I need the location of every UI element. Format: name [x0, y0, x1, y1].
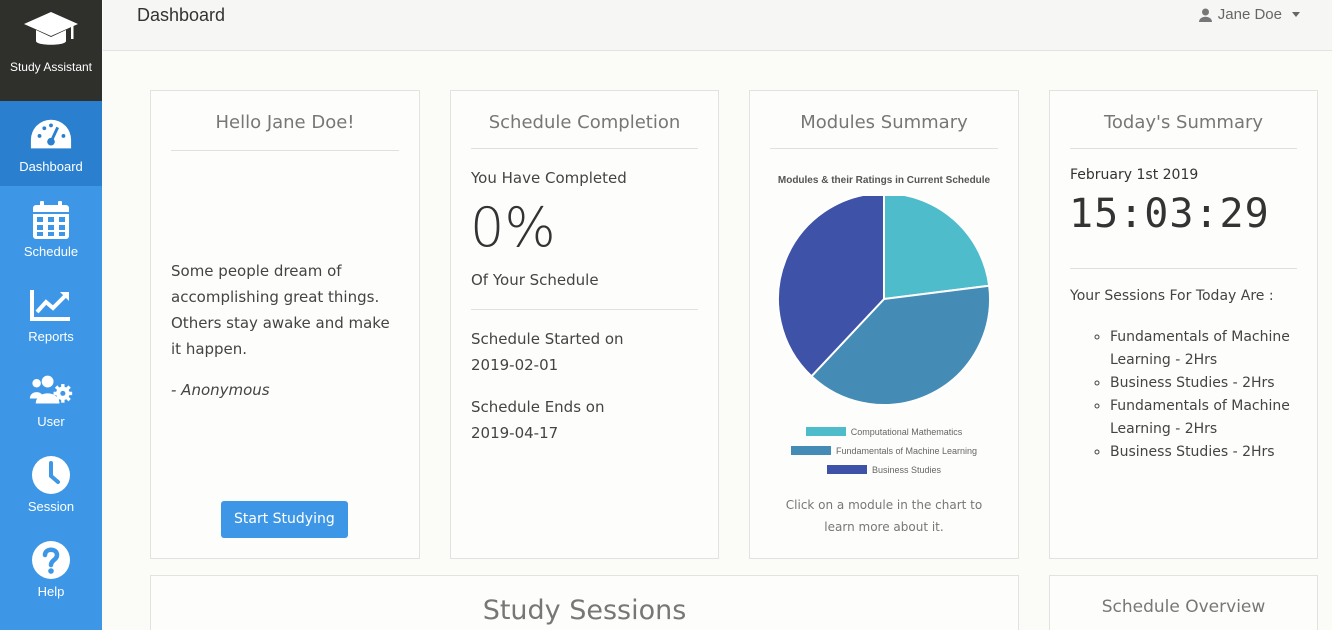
chart-line-icon: [29, 285, 73, 325]
ends-date: 2019-04-17: [471, 424, 559, 442]
sidebar: Study Assistant Dashboard Schedule Repor…: [0, 0, 102, 630]
sidebar-item-session[interactable]: Session: [0, 441, 102, 526]
completion-title: Schedule Completion: [488, 112, 681, 133]
modules-pie-chart[interactable]: [750, 196, 1018, 416]
completion-percent: 0%: [470, 196, 556, 259]
quote-text: Some people dream of accomplishing great…: [171, 262, 390, 358]
sidebar-item-user[interactable]: User: [0, 356, 102, 441]
completion-card: Schedule Completion You Have Completed 0…: [450, 90, 719, 559]
legend-item[interactable]: Fundamentals of Machine Learning: [750, 441, 1018, 460]
today-title: Today's Summary: [1103, 112, 1264, 133]
greeting-title: Hello Jane Doe!: [215, 112, 355, 133]
sidebar-item-label: Reports: [28, 329, 74, 344]
chevron-down-icon: [1292, 12, 1300, 17]
divider: [770, 148, 998, 149]
legend-label: Computational Mathematics: [850, 426, 963, 437]
question-icon: [29, 540, 73, 580]
list-item: Business Studies - 2Hrs: [1110, 372, 1315, 395]
legend-item[interactable]: Business Studies: [750, 460, 1018, 479]
brand-name: Study Assistant: [9, 60, 93, 74]
sidebar-item-label: Dashboard: [19, 159, 83, 174]
divider: [1070, 148, 1297, 149]
speedometer-icon: [29, 115, 73, 155]
completion-lead: You Have Completed: [471, 169, 627, 187]
today-card: Today's Summary February 1st 2019 15:03:…: [1049, 90, 1318, 559]
modules-card: Modules Summary Modules & their Ratings …: [749, 90, 1019, 559]
legend-swatch: [805, 427, 846, 436]
clock-display: 15:03:29: [1069, 191, 1270, 237]
modules-title: Modules Summary: [800, 112, 968, 133]
sessions-label: Your Sessions For Today Are :: [1070, 288, 1274, 304]
completion-trail: Of Your Schedule: [471, 271, 599, 289]
user-menu[interactable]: Jane Doe: [1198, 6, 1300, 23]
divider: [1070, 268, 1297, 269]
pie-slice[interactable]: [883, 196, 991, 301]
divider: [471, 309, 698, 310]
sidebar-item-label: Session: [27, 499, 75, 514]
started-label: Schedule Started on: [471, 330, 624, 348]
page-title: Dashboard: [137, 5, 226, 25]
clock-icon: [29, 455, 73, 495]
today-date: February 1st 2019: [1070, 167, 1199, 183]
sessions-list: Fundamentals of Machine Learning - 2Hrs …: [1070, 326, 1315, 464]
start-studying-button[interactable]: Start Studying: [221, 501, 348, 538]
list-item: Fundamentals of Machine Learning - 2Hrs: [1110, 326, 1315, 372]
user-icon: [1198, 8, 1212, 22]
sidebar-item-dashboard[interactable]: Dashboard: [0, 101, 102, 186]
list-item: Business Studies - 2Hrs: [1110, 441, 1315, 464]
sidebar-item-label: User: [37, 414, 65, 429]
study-sessions-title: Study Sessions: [482, 595, 687, 626]
calendar-icon: [29, 200, 73, 240]
chart-hint: Click on a module in the chart to learn …: [785, 498, 983, 534]
sidebar-item-label: Schedule: [23, 244, 79, 259]
started-date: 2019-02-01: [471, 356, 559, 374]
divider: [171, 150, 399, 151]
schedule-overview-title: Schedule Overview: [1101, 597, 1266, 617]
sidebar-item-help[interactable]: Help: [0, 526, 102, 611]
sidebar-item-reports[interactable]: Reports: [0, 271, 102, 356]
legend-swatch: [826, 465, 867, 474]
users-cog-icon: [29, 370, 73, 410]
quote-author: - Anonymous: [171, 381, 270, 399]
schedule-overview-card: Schedule Overview: [1049, 575, 1318, 630]
greeting-card: Hello Jane Doe! Some people dream of acc…: [150, 90, 420, 559]
chart-title: Modules & their Ratings in Current Sched…: [777, 175, 991, 186]
brand[interactable]: Study Assistant: [0, 0, 102, 101]
legend-swatch: [790, 446, 831, 455]
graduation-cap-icon: [24, 12, 78, 45]
study-sessions-card: Study Sessions: [150, 575, 1019, 630]
user-name: Jane Doe: [1217, 6, 1282, 23]
sidebar-item-label: Help: [37, 584, 65, 599]
ends-label: Schedule Ends on: [471, 398, 605, 416]
chart-legend: Computational Mathematics Fundamentals of…: [750, 422, 1018, 479]
legend-label: Fundamentals of Machine Learning: [835, 445, 978, 456]
sidebar-item-schedule[interactable]: Schedule: [0, 186, 102, 271]
top-bar: Dashboard Jane Doe: [103, 0, 1332, 51]
legend-label: Business Studies: [871, 464, 942, 475]
divider: [471, 148, 698, 149]
list-item: Fundamentals of Machine Learning - 2Hrs: [1110, 395, 1315, 441]
legend-item[interactable]: Computational Mathematics: [750, 422, 1018, 441]
